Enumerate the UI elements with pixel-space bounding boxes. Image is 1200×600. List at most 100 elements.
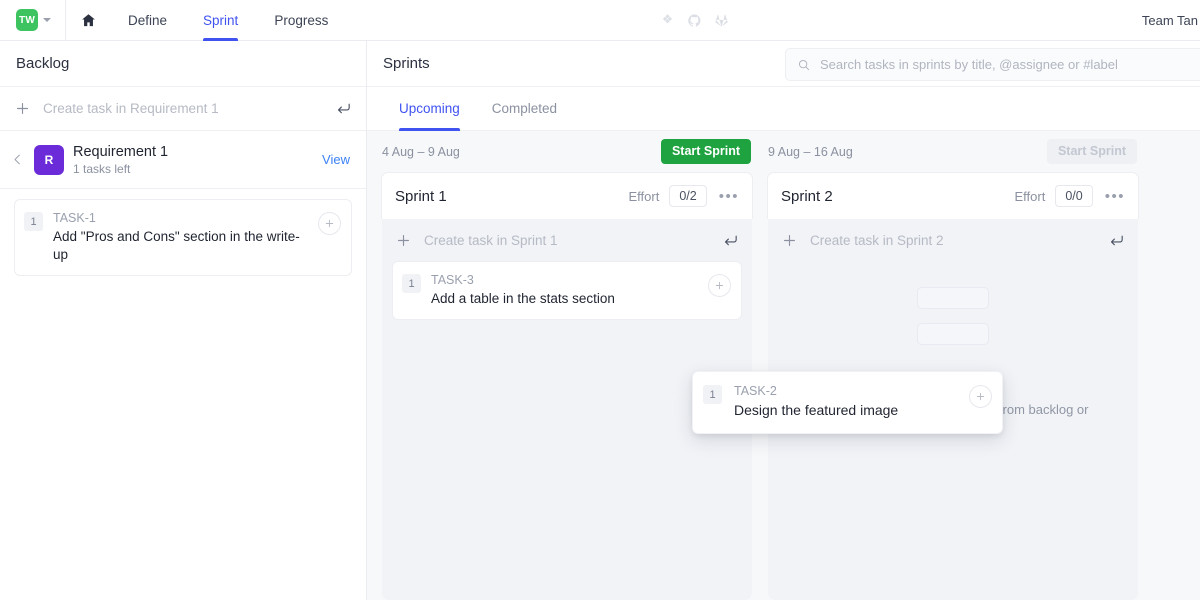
sprint-1-create-task-placeholder: Create task in Sprint 1	[424, 232, 558, 248]
task-add-button[interactable]	[708, 274, 731, 297]
search-placeholder: Search tasks in sprints by title, @assig…	[820, 57, 1118, 72]
task-title: Add "Pros and Cons" section in the write…	[53, 229, 300, 263]
workspace-switcher[interactable]: TW	[0, 0, 65, 40]
enter-key-icon[interactable]	[335, 100, 352, 117]
sprint-1-header: Sprint 1 Effort 0/2 •••	[382, 173, 752, 219]
sprint-2-placeholder-illustration	[768, 287, 1138, 345]
backlog-task-list: 1 TASK-1 Add "Pros and Cons" section in …	[0, 189, 366, 277]
nav-link-sprint[interactable]: Sprint	[185, 0, 256, 41]
sprints-header: Sprints Search tasks in sprints by title…	[367, 41, 1200, 87]
sprint-1-name: Sprint 1	[395, 187, 447, 205]
plus-icon	[976, 392, 985, 401]
backlog-title: Backlog	[16, 55, 70, 72]
task-title: Add a table in the stats section	[431, 291, 615, 306]
nav-link-progress[interactable]: Progress	[256, 0, 346, 41]
sprint-column-2: 9 Aug – 16 Aug Start Sprint Sprint 2 Eff…	[767, 131, 1139, 600]
backlog-create-task-row[interactable]: Create task in Requirement 1	[0, 87, 366, 131]
task-card-body: TASK-2 Design the featured image	[734, 384, 957, 420]
task-card[interactable]: 1 TASK-1 Add "Pros and Cons" section in …	[14, 199, 352, 277]
requirement-avatar: R	[34, 144, 64, 175]
jira-icon[interactable]	[660, 13, 675, 28]
task-add-button[interactable]	[318, 212, 341, 235]
task-card-body: TASK-1 Add "Pros and Cons" section in th…	[53, 211, 308, 264]
sprint-1-date-range: 4 Aug – 9 Aug	[382, 144, 460, 159]
more-options-icon[interactable]: •••	[717, 188, 739, 205]
sprint-2-topbar: 9 Aug – 16 Aug Start Sprint	[767, 131, 1139, 172]
requirement-text: Requirement 1 1 tasks left	[73, 144, 313, 176]
top-navigation-bar: TW Define Sprint Progress Team Tan	[0, 0, 1200, 41]
sprint-1-task-list: 1 TASK-3 Add a table in the stats sectio…	[382, 261, 752, 321]
task-effort-badge: 1	[402, 274, 421, 293]
backlog-sidebar: Backlog Create task in Requirement 1 R R…	[0, 41, 367, 600]
sprint-column-1: 4 Aug – 9 Aug Start Sprint Sprint 1 Effo…	[381, 131, 753, 600]
home-button[interactable]	[66, 0, 110, 41]
workspace-avatar: TW	[16, 9, 38, 31]
task-effort-badge: 1	[24, 212, 43, 231]
sprint-1-effort-label: Effort	[628, 188, 660, 204]
more-options-icon[interactable]: •••	[1103, 188, 1125, 205]
home-icon	[81, 13, 95, 26]
start-sprint-button-2: Start Sprint	[1046, 139, 1137, 164]
task-effort-badge: 1	[703, 385, 722, 404]
tab-upcoming-label: Upcoming	[399, 101, 460, 116]
sprint-1-effort-value: 0/2	[669, 185, 707, 207]
primary-nav-links: Define Sprint Progress	[110, 0, 346, 41]
nav-right-section: Team Tan	[1142, 0, 1200, 41]
requirement-view-link[interactable]: View	[322, 152, 350, 167]
plus-icon	[16, 102, 29, 115]
sprint-2-header: Sprint 2 Effort 0/0 •••	[768, 173, 1138, 219]
search-input[interactable]: Search tasks in sprints by title, @assig…	[785, 48, 1200, 81]
chevron-left-icon[interactable]	[10, 152, 25, 167]
sprint-1-topbar: 4 Aug – 9 Aug Start Sprint	[381, 131, 753, 172]
plus-icon	[397, 234, 410, 246]
task-key: TASK-3	[431, 273, 474, 287]
plus-icon	[715, 281, 724, 290]
task-card-body: TASK-3 Add a table in the stats section	[431, 273, 698, 308]
task-key: TASK-2	[734, 384, 777, 398]
sprint-2-card-head: Sprint 2 Effort 0/0 •••	[767, 172, 1139, 219]
nav-link-define[interactable]: Define	[110, 0, 185, 41]
chevron-down-icon	[43, 18, 51, 22]
requirement-name: Requirement 1	[73, 143, 169, 160]
plus-icon	[783, 234, 796, 246]
requirement-row[interactable]: R Requirement 1 1 tasks left View	[0, 131, 366, 189]
nav-link-progress-label: Progress	[274, 12, 329, 28]
backlog-header: Backlog	[0, 41, 366, 87]
sprint-board-app: TW Define Sprint Progress Team Tan Backl…	[0, 0, 1200, 600]
tab-upcoming[interactable]: Upcoming	[383, 87, 476, 131]
sprint-1-create-task-row[interactable]: Create task in Sprint 1	[382, 219, 752, 261]
sprint-tabs: Upcoming Completed	[367, 87, 1200, 131]
backlog-create-task-placeholder: Create task in Requirement 1	[43, 101, 219, 116]
integration-icons	[660, 0, 729, 41]
github-icon[interactable]	[687, 13, 702, 28]
nav-link-sprint-label: Sprint	[203, 12, 239, 28]
nav-link-define-label: Define	[128, 12, 168, 28]
gitlab-icon[interactable]	[714, 13, 729, 28]
task-card[interactable]: 1 TASK-3 Add a table in the stats sectio…	[392, 261, 742, 321]
sprint-2-create-task-placeholder: Create task in Sprint 2	[810, 232, 944, 248]
tab-completed-label: Completed	[491, 101, 558, 116]
enter-key-icon[interactable]	[722, 232, 739, 249]
placeholder-card	[917, 287, 989, 309]
task-title: Design the featured image	[734, 402, 899, 418]
start-sprint-button-1[interactable]: Start Sprint	[660, 139, 751, 164]
requirement-tasks-left: 1 tasks left	[73, 161, 131, 176]
placeholder-card	[917, 323, 989, 345]
sprint-2-date-range: 9 Aug – 16 Aug	[768, 144, 853, 159]
sprint-board: 4 Aug – 9 Aug Start Sprint Sprint 1 Effo…	[367, 131, 1200, 600]
sprint-2-create-task-row[interactable]: Create task in Sprint 2	[768, 219, 1138, 261]
task-add-button[interactable]	[969, 385, 992, 408]
sprints-title: Sprints	[383, 55, 430, 72]
task-key: TASK-1	[53, 211, 96, 225]
sprint-2-effort-value: 0/0	[1055, 185, 1093, 207]
dragging-task-card[interactable]: 1 TASK-2 Design the featured image	[692, 371, 1003, 434]
sprint-1-card-head: Sprint 1 Effort 0/2 •••	[381, 172, 753, 219]
sprint-2-name: Sprint 2	[781, 187, 833, 205]
tab-completed[interactable]: Completed	[476, 87, 573, 131]
sprint-2-effort-label: Effort	[1014, 188, 1046, 204]
team-name-label[interactable]: Team Tan	[1142, 13, 1200, 28]
enter-key-icon[interactable]	[1108, 232, 1125, 249]
plus-icon	[325, 219, 334, 228]
search-icon	[798, 59, 810, 70]
sprints-main-panel: Sprints Search tasks in sprints by title…	[367, 41, 1200, 600]
